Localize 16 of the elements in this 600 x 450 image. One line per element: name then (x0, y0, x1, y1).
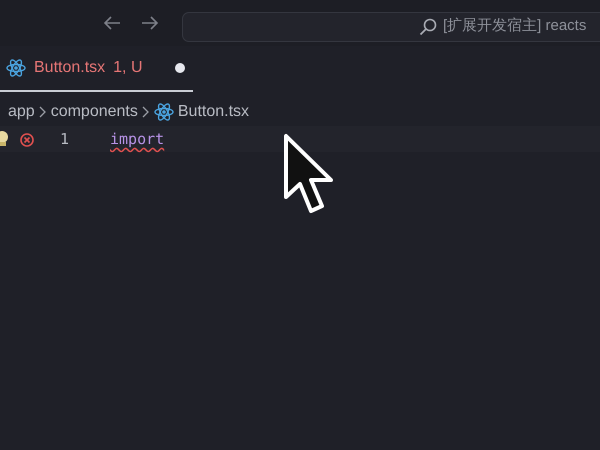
problem-status: 1, U (113, 58, 142, 78)
code-text: import (110, 128, 164, 150)
breadcrumb-item[interactable]: app (8, 100, 35, 124)
breadcrumb-item[interactable]: components (50, 100, 138, 124)
chevron-icon (142, 106, 150, 118)
forward-icon[interactable] (140, 15, 160, 31)
back-icon[interactable] (102, 15, 122, 31)
chevron-icon (38, 106, 47, 118)
line-number: 1 (60, 128, 70, 150)
search-field[interactable]: [扩展开发宿主] reacts (182, 12, 600, 42)
breadcrumb-item[interactable]: Button.tsx (178, 100, 250, 124)
lightbulb-icon (0, 131, 10, 147)
react-icon (154, 102, 174, 122)
search-icon (419, 18, 437, 36)
editor-tab[interactable]: Button.tsx 1, U (0, 46, 193, 92)
react-icon (6, 58, 26, 78)
